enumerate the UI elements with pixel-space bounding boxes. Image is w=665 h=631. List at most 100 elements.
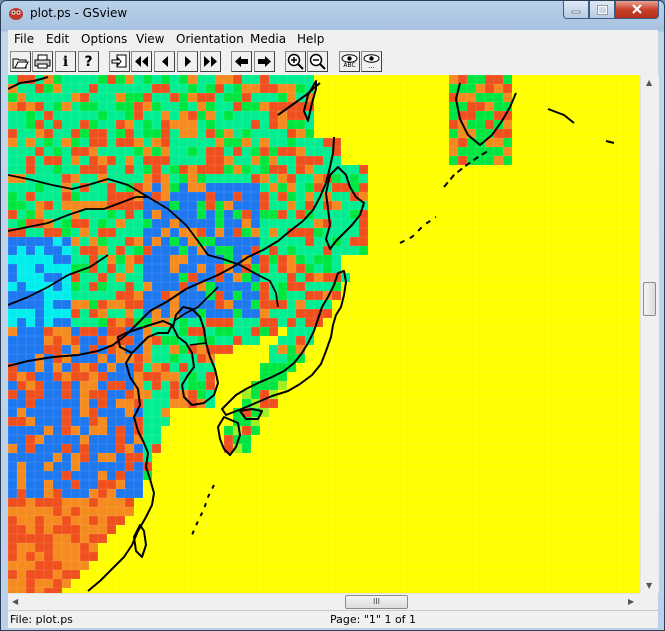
- zoom-in-icon: [287, 53, 304, 70]
- scroll-up-icon[interactable]: ▲: [646, 78, 652, 87]
- grid-cell: [152, 210, 161, 219]
- grid-cell: [71, 444, 80, 453]
- grid-cell: [53, 336, 62, 345]
- grid-cell: [80, 453, 89, 462]
- minimize-button[interactable]: [563, 1, 589, 19]
- grid-cell: [98, 462, 107, 471]
- grid-cell: [62, 570, 71, 579]
- grid-cell: [53, 462, 62, 471]
- grid-cell: [107, 147, 116, 156]
- find-next-button[interactable]: ...: [361, 51, 382, 72]
- info-icon: i: [62, 53, 69, 70]
- grid-cell: [143, 174, 152, 183]
- grid-cell: [71, 489, 80, 498]
- grid-cell: [62, 408, 71, 417]
- grid-cell: [89, 93, 98, 102]
- document-view[interactable]: [8, 75, 640, 593]
- menu-view[interactable]: View: [136, 32, 164, 46]
- grid-cell: [89, 543, 98, 552]
- grid-cell: [80, 561, 89, 570]
- back-button[interactable]: [231, 51, 252, 72]
- grid-cell: [62, 462, 71, 471]
- scroll-left-icon[interactable]: ◀: [12, 597, 18, 606]
- find-text-button[interactable]: ABC: [339, 51, 360, 72]
- grid-cell: [170, 84, 179, 93]
- scroll-down-icon[interactable]: ▼: [646, 581, 652, 590]
- grid-cell: [62, 480, 71, 489]
- print-button[interactable]: [32, 51, 53, 72]
- info-button[interactable]: i: [55, 51, 76, 72]
- grid-cell: [170, 282, 179, 291]
- grid-cell: [269, 138, 278, 147]
- zoom-out-button[interactable]: [307, 51, 328, 72]
- grid-cell: [116, 264, 125, 273]
- grid-cell: [242, 165, 251, 174]
- vertical-scroll-thumb[interactable]: [643, 282, 656, 316]
- grid-cell: [170, 102, 179, 111]
- grid-cell: [17, 480, 26, 489]
- grid-cell: [152, 219, 161, 228]
- vertical-scrollbar[interactable]: ▲ ▼: [640, 75, 659, 593]
- grid-cell: [152, 147, 161, 156]
- menu-options[interactable]: Options: [81, 32, 127, 46]
- forward-button[interactable]: [254, 51, 275, 72]
- grid-cell: [71, 336, 80, 345]
- grid-cell: [269, 111, 278, 120]
- grid-cell: [179, 228, 188, 237]
- grid-cell: [80, 300, 89, 309]
- grid-cell: [251, 336, 260, 345]
- horizontal-scrollbar[interactable]: ◀ III ▶: [8, 593, 640, 611]
- grid-cell: [17, 93, 26, 102]
- zoom-in-button[interactable]: [285, 51, 306, 72]
- grid-cell: [224, 93, 233, 102]
- maximize-button[interactable]: [589, 1, 615, 19]
- menu-orientation[interactable]: Orientation: [176, 32, 244, 46]
- grid-cell: [53, 408, 62, 417]
- grid-cell: [134, 228, 143, 237]
- grid-cell: [269, 264, 278, 273]
- menu-file[interactable]: File: [14, 32, 34, 46]
- menu-help[interactable]: Help: [297, 32, 324, 46]
- grid-cell: [152, 408, 161, 417]
- grid-cell: [8, 498, 17, 507]
- grid-cell: [17, 489, 26, 498]
- grid-cell: [152, 129, 161, 138]
- grid-cell: [143, 255, 152, 264]
- first-page-button[interactable]: [131, 51, 152, 72]
- grid-cell: [53, 570, 62, 579]
- grid-cell: [170, 174, 179, 183]
- grid-cell: [71, 147, 80, 156]
- grid-cell: [197, 165, 206, 174]
- grid-cell: [107, 246, 116, 255]
- grid-cell: [8, 372, 17, 381]
- next-page-button[interactable]: [177, 51, 198, 72]
- prev-page-button[interactable]: [154, 51, 175, 72]
- close-button[interactable]: [615, 1, 659, 19]
- grid-cell: [125, 228, 134, 237]
- goto-page-button[interactable]: [109, 51, 130, 72]
- grid-cell: [89, 192, 98, 201]
- grid-cell: [98, 102, 107, 111]
- grid-cell: [215, 300, 224, 309]
- grid-cell: [62, 336, 71, 345]
- menu-edit[interactable]: Edit: [46, 32, 69, 46]
- grid-cell: [224, 228, 233, 237]
- horizontal-scroll-thumb[interactable]: III: [345, 595, 408, 609]
- grid-cell: [26, 120, 35, 129]
- grid-cell: [17, 390, 26, 399]
- grid-cell: [287, 255, 296, 264]
- grid-cell: [116, 120, 125, 129]
- menu-media[interactable]: Media: [250, 32, 286, 46]
- title-bar[interactable]: plot.ps - GSview: [1, 1, 664, 29]
- grid-cell: [53, 534, 62, 543]
- grid-cell: [71, 507, 80, 516]
- last-page-button[interactable]: [200, 51, 221, 72]
- grid-cell: [152, 165, 161, 174]
- grid-cell: [152, 273, 161, 282]
- scroll-right-icon[interactable]: ▶: [628, 597, 634, 606]
- grid-cell: [341, 237, 350, 246]
- grid-cell: [161, 372, 170, 381]
- open-button[interactable]: [10, 51, 31, 72]
- help-button[interactable]: ?: [78, 51, 99, 72]
- grid-cell: [35, 498, 44, 507]
